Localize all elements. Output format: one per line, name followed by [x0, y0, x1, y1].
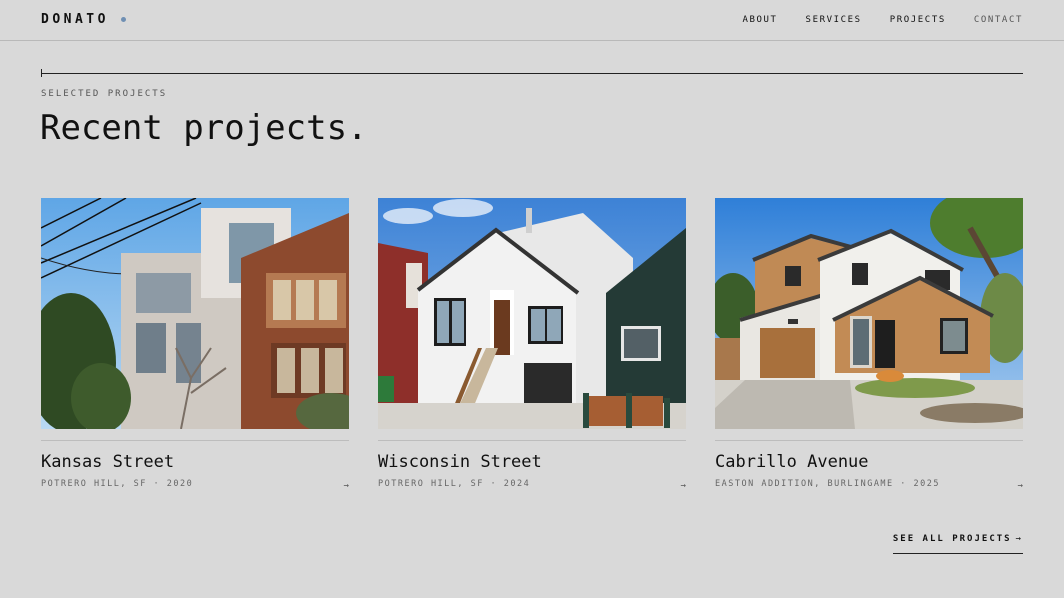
nav-contact[interactable]: CONTACT [974, 15, 1023, 25]
arrow-right-icon: → [1015, 534, 1023, 544]
house-photo-icon[interactable] [378, 198, 686, 429]
section-rule [41, 73, 1023, 74]
project-title[interactable]: Wisconsin Street [378, 452, 542, 472]
project-title[interactable]: Kansas Street [41, 452, 174, 472]
arrow-right-icon[interactable]: → [1018, 481, 1023, 491]
project-card-kansas-street[interactable]: Kansas Street POTRERO HILL, SF · 2020 → [41, 198, 349, 498]
brand-logo[interactable]: DONATO [41, 12, 109, 27]
site-header: DONATO ABOUT SERVICES PROJECTS CONTACT [0, 0, 1064, 41]
project-title[interactable]: Cabrillo Avenue [715, 452, 869, 472]
house-photo-icon[interactable] [715, 198, 1023, 429]
brand-dot-icon [121, 17, 126, 22]
project-meta: POTRERO HILL, SF · 2024 [378, 479, 531, 489]
see-all-projects-link[interactable]: SEE ALL PROJECTS → [892, 534, 1023, 554]
nav-services[interactable]: SERVICES [806, 15, 862, 25]
page-title: Recent projects. [40, 108, 368, 148]
project-meta: EASTON ADDITION, BURLINGAME · 2025 [715, 479, 940, 489]
nav-about[interactable]: ABOUT [742, 15, 777, 25]
nav-projects[interactable]: PROJECTS [890, 15, 946, 25]
arrow-right-icon[interactable]: → [681, 481, 686, 491]
project-card-wisconsin-street[interactable]: Wisconsin Street POTRERO HILL, SF · 2024… [378, 198, 686, 498]
house-photo-icon[interactable] [41, 198, 349, 429]
project-card-cabrillo-avenue[interactable]: Cabrillo Avenue EASTON ADDITION, BURLING… [715, 198, 1023, 498]
card-divider [715, 440, 1023, 441]
project-meta: POTRERO HILL, SF · 2020 [41, 479, 194, 489]
section-eyebrow: SELECTED PROJECTS [41, 89, 168, 99]
main-nav: ABOUT SERVICES PROJECTS CONTACT [742, 15, 1023, 25]
arrow-right-icon[interactable]: → [344, 481, 349, 491]
card-divider [378, 440, 686, 441]
card-divider [41, 440, 349, 441]
see-all-label: SEE ALL PROJECTS [892, 534, 1012, 544]
